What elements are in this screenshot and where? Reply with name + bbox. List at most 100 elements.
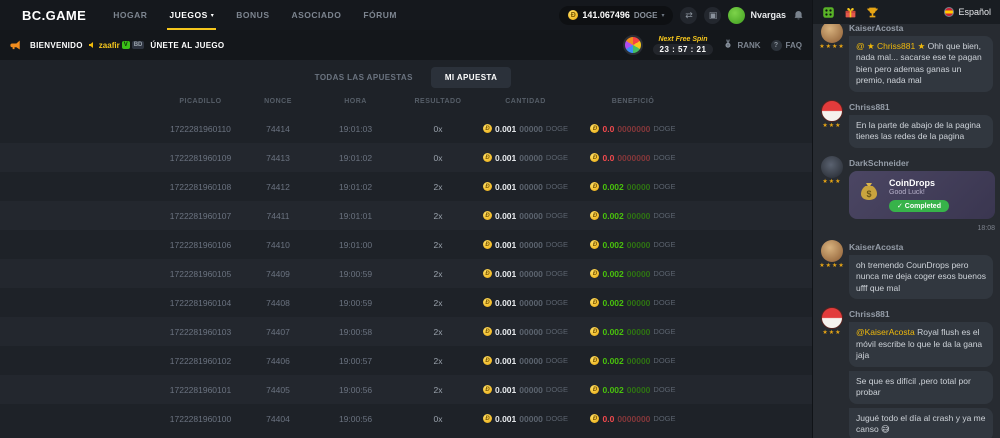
doge-coin-icon: Ð (483, 385, 492, 394)
chat-text: Se que es difícil ,pero total por probar (856, 376, 971, 397)
nav-item-hogar[interactable]: HOGAR (102, 0, 158, 30)
bet-result: 2x (408, 182, 468, 192)
bet-hash: 1722281960108 (148, 182, 253, 192)
chat-avatar[interactable] (821, 100, 843, 122)
vault-icon[interactable]: ▣ (704, 7, 721, 24)
chat-username[interactable]: Chriss881 (849, 102, 993, 112)
table-row[interactable]: 1722281960100 74404 19:00:56 0x Ð0.00100… (0, 404, 812, 433)
svg-text:$: $ (866, 189, 871, 199)
bet-nonce: 74408 (253, 298, 303, 308)
announcement-banner: BIENVENIDO zaafir V BD ÚNETE AL JUEGO Ne… (0, 30, 812, 60)
money-bag-icon: $ (857, 180, 881, 209)
table-row[interactable]: 1722281960110 74414 19:01:03 0x Ð0.00100… (0, 114, 812, 143)
bet-amount: Ð0.00100000DOGE (468, 414, 583, 424)
column-header: PICADILLO (148, 98, 253, 105)
chat-bubbles: $CoinDropsGood Luck!✓ Completed18:08 (849, 171, 993, 232)
table-row[interactable]: 1722281960107 74411 19:01:01 2x Ð0.00100… (0, 201, 812, 230)
nav-item-juegos[interactable]: JUEGOS▾ (158, 0, 225, 30)
chat-bubbles: oh tremendo CounDrops pero nunca me deja… (849, 255, 993, 299)
table-row[interactable]: 1722281960108 74412 19:01:02 2x Ð0.00100… (0, 172, 812, 201)
bet-nonce: 74412 (253, 182, 303, 192)
user-level-stars: ★★★ (822, 330, 841, 336)
swap-icon[interactable]: ⇄ (680, 7, 697, 24)
tab-todas-las-apuestas[interactable]: TODAS LAS APUESTAS (301, 67, 427, 88)
nav-item-frum[interactable]: FÓRUM (352, 0, 408, 30)
gift-icon[interactable] (844, 6, 857, 19)
chat-username[interactable]: Chriss881 (849, 309, 993, 319)
chat-message: ★★★★ KaiserAcosta @ ★ Chriss881 ★ Ohh qu… (820, 24, 993, 92)
table-row[interactable]: 1722281960103 74407 19:00:58 2x Ð0.00100… (0, 317, 812, 346)
table-row[interactable]: 1722281960106 74410 19:01:00 2x Ð0.00100… (0, 230, 812, 259)
bet-nonce: 74411 (253, 211, 303, 221)
doge-coin-icon: Ð (483, 240, 492, 249)
user-level-stars: ★★★★ (819, 263, 845, 269)
bet-nonce: 74409 (253, 269, 303, 279)
bet-nonce: 74407 (253, 327, 303, 337)
wallet-balance-selector[interactable]: Ð 141.067496 DOGE ▾ (559, 6, 673, 25)
bc-game-logo[interactable]: BC.GAME (22, 8, 86, 23)
language-label: Español (958, 7, 991, 17)
bet-amount: Ð0.00100000DOGE (468, 327, 583, 337)
chat-bubbles: En la parte de abajo de la pagina tienes… (849, 115, 993, 148)
balance-value: 141.067496 (582, 10, 630, 20)
free-spin-block[interactable]: Next Free Spin 23 : 57 : 21 (653, 36, 714, 55)
language-selector[interactable]: Español (944, 7, 991, 17)
notifications-bell-icon[interactable] (793, 10, 804, 21)
bets-table: 1722281960110 74414 19:01:03 0x Ð0.00100… (0, 114, 812, 438)
doge-coin-icon: Ð (590, 269, 599, 278)
free-spin-label: Next Free Spin (658, 36, 707, 43)
bet-amount: Ð0.00100000DOGE (468, 269, 583, 279)
table-row[interactable]: 1722281960102 74406 19:00:57 2x Ð0.00100… (0, 346, 812, 375)
chat-avatar[interactable] (821, 307, 843, 329)
doge-coin-icon: Ð (590, 211, 599, 220)
trophy-icon[interactable] (866, 6, 879, 19)
dice-icon[interactable] (822, 6, 835, 19)
chat-avatar[interactable] (821, 24, 843, 43)
table-row[interactable]: 1722281960109 74413 19:01:02 0x Ð0.00100… (0, 143, 812, 172)
nav-item-asociado[interactable]: ASOCIADO (281, 0, 353, 30)
welcome-announcement[interactable]: BIENVENIDO zaafir V BD ÚNETE AL JUEGO (10, 39, 224, 51)
chevron-down-icon: ▾ (661, 12, 664, 19)
bet-amount: Ð0.00100000DOGE (468, 385, 583, 395)
doge-coin-icon: Ð (483, 327, 492, 336)
user-profile[interactable]: Nvargas (728, 7, 786, 24)
bet-amount: Ð0.00100000DOGE (468, 153, 583, 163)
announced-username[interactable]: zaafir (99, 41, 120, 50)
chat-avatar[interactable] (821, 156, 843, 178)
table-row[interactable]: 1722281960105 74409 19:00:59 2x Ð0.00100… (0, 259, 812, 288)
nav-item-bonus[interactable]: BONUS (225, 0, 280, 30)
welcome-label: BIENVENIDO (30, 41, 83, 50)
bet-hash: 1722281960102 (148, 356, 253, 366)
bet-nonce: 74413 (253, 153, 303, 163)
bet-profit: Ð0.00200000DOGE (583, 240, 683, 250)
doge-coin-icon: Ð (483, 298, 492, 307)
bet-amount: Ð0.00100000DOGE (468, 182, 583, 192)
chat-bubble: Se que es difícil ,pero total por probar (849, 371, 993, 404)
doge-coin-icon: Ð (590, 385, 599, 394)
bet-time: 19:00:56 (303, 414, 408, 424)
chat-avatar[interactable] (821, 240, 843, 262)
nav-item-label: HOGAR (113, 10, 147, 20)
column-header: NONCE (253, 98, 303, 105)
mention-link[interactable]: @ ★ Chriss881 ★ (856, 41, 928, 51)
coindrops-card[interactable]: $CoinDropsGood Luck!✓ Completed (849, 171, 995, 219)
spin-wheel-icon[interactable] (623, 35, 643, 55)
faq-button[interactable]: ? FAQ (771, 40, 802, 51)
chat-username[interactable]: KaiserAcosta (849, 242, 993, 252)
tab-mi-apuesta[interactable]: MI APUESTA (431, 67, 511, 88)
user-level-stars: ★★★ (822, 123, 841, 129)
bet-hash: 1722281960107 (148, 211, 253, 221)
banner-right: Next Free Spin 23 : 57 : 21 RANK ? FAQ (623, 35, 802, 55)
table-row[interactable]: 1722281960104 74408 19:00:59 2x Ð0.00100… (0, 288, 812, 317)
coindrops-status-badge[interactable]: ✓ Completed (889, 200, 949, 212)
chat-message-list: ★★★★ KaiserAcosta @ ★ Chriss881 ★ Ohh qu… (813, 24, 1000, 438)
rank-button[interactable]: RANK (723, 39, 760, 51)
mention-link[interactable]: @KaiserAcosta (856, 327, 917, 337)
doge-coin-icon: Ð (590, 124, 599, 133)
chat-username[interactable]: KaiserAcosta (849, 24, 993, 33)
chat-username[interactable]: DarkSchneider (849, 158, 993, 168)
balance-currency: DOGE (634, 11, 658, 20)
table-row[interactable]: 1722281960101 74405 19:00:56 2x Ð0.00100… (0, 375, 812, 404)
bet-profit: Ð0.00200000DOGE (583, 269, 683, 279)
bet-hash: 1722281960106 (148, 240, 253, 250)
